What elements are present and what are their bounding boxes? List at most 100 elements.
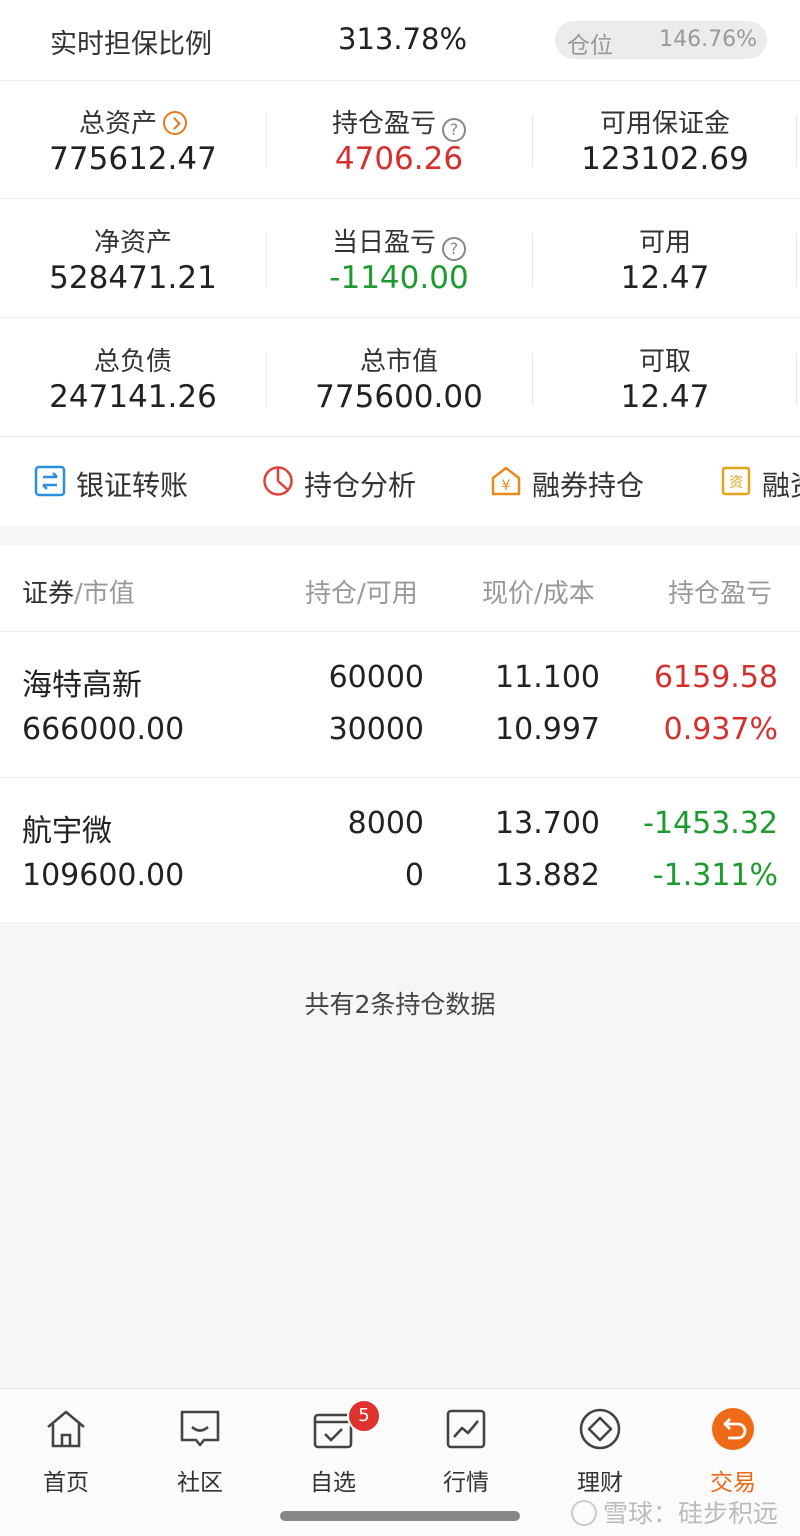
- tab-watchlist[interactable]: 5 自选: [283, 1399, 383, 1507]
- bank-transfer-label: 银证转账: [76, 469, 189, 502]
- total-market-value-value: 775600.00: [315, 379, 483, 415]
- position-value: 146.76%: [659, 27, 757, 52]
- home-icon: [47, 1410, 85, 1448]
- divider: [796, 353, 797, 405]
- tab-wealth-label: 理财: [577, 1470, 623, 1496]
- securities-lending-label: 融券持仓: [532, 469, 645, 502]
- home-indicator[interactable]: [280, 1511, 520, 1521]
- net-assets-label: 净资产: [93, 228, 172, 258]
- tab-home-label: 首页: [43, 1470, 89, 1496]
- svg-text:¥: ¥: [502, 478, 511, 494]
- available-qty: 0: [404, 858, 424, 893]
- header-pnl[interactable]: 持仓盈亏: [668, 573, 780, 610]
- total-market-value-label: 总市值: [359, 347, 438, 377]
- daily-pnl-value: -1140.00: [329, 260, 469, 296]
- tab-community-label: 社区: [177, 1470, 223, 1496]
- divider: [796, 234, 797, 286]
- market-chart-icon: [446, 1409, 486, 1449]
- ratio-label: 实时担保比例: [50, 29, 212, 60]
- available-cell: 可用 12.47: [532, 200, 798, 318]
- header-price[interactable]: 现价/成本: [482, 573, 595, 610]
- quick-actions-bar: 银证转账 持仓分析 ¥ 融券持仓 资 融资: [0, 438, 800, 526]
- position-qty: 60000: [328, 660, 424, 695]
- net-assets-value: 528471.21: [49, 260, 217, 296]
- stock-name: 海特高新: [22, 668, 142, 703]
- position-pnl-label: 持仓盈亏: [331, 109, 436, 139]
- total-liabilities-cell: 总负债 247141.26: [0, 319, 266, 437]
- tab-market[interactable]: 行情: [416, 1407, 516, 1507]
- chat-icon: [180, 1410, 220, 1447]
- total-liabilities-value: 247141.26: [49, 379, 217, 415]
- stock-name: 航宇微: [22, 814, 112, 849]
- daily-pnl-label: 当日盈亏: [331, 228, 436, 258]
- divider: [796, 115, 797, 167]
- total-market-value-cell: 总市值 775600.00: [266, 319, 532, 437]
- snowball-logo-icon: [570, 1500, 597, 1526]
- margin-financing-label: 融资: [762, 469, 800, 500]
- available-qty: 30000: [328, 712, 424, 747]
- total-assets-value: 775612.47: [49, 141, 217, 177]
- summary-row: 总资产 775612.47 持仓盈亏? 4706.26 可用保证金 123102…: [0, 81, 800, 199]
- position-qty: 8000: [347, 806, 424, 841]
- tab-wealth[interactable]: 理财: [550, 1407, 650, 1507]
- margin-ratio-header: 实时担保比例 313.78% 仓位 146.76%: [0, 0, 800, 81]
- securities-lending-position-button[interactable]: ¥ 融券持仓: [490, 464, 690, 502]
- tab-community[interactable]: 社区: [150, 1407, 250, 1507]
- market-value: 666000.00: [22, 712, 185, 747]
- position-label: 仓位: [567, 33, 613, 59]
- header-security[interactable]: 证券/市值: [22, 573, 135, 610]
- available-margin-label: 可用保证金: [599, 109, 730, 139]
- tab-home[interactable]: 首页: [16, 1407, 116, 1507]
- withdrawable-cell: 可取 12.47: [532, 319, 798, 437]
- tab-trade[interactable]: 交易: [683, 1407, 783, 1507]
- market-value: 109600.00: [22, 858, 185, 893]
- bank-transfer-button[interactable]: 银证转账: [34, 464, 234, 502]
- position-analysis-button[interactable]: 持仓分析: [262, 464, 462, 502]
- withdrawable-value: 12.47: [620, 379, 710, 415]
- help-icon[interactable]: ?: [442, 118, 466, 142]
- net-assets-cell: 净资产 528471.21: [0, 200, 266, 318]
- tab-trade-label: 交易: [710, 1470, 756, 1496]
- header-position[interactable]: 持仓/可用: [305, 573, 418, 610]
- pie-chart-icon: [263, 466, 293, 496]
- chevron-right-circle-icon[interactable]: [163, 111, 187, 135]
- summary-row: 净资产 528471.21 当日盈亏? -1140.00 可用 12.47: [0, 200, 800, 318]
- watchlist-badge: 5: [347, 1399, 381, 1433]
- table-row[interactable]: 航宇微 109600.00 8000 0 13.700 13.882 -1453…: [0, 778, 800, 924]
- position-pill[interactable]: 仓位 146.76%: [555, 21, 767, 59]
- available-value: 12.47: [620, 260, 710, 296]
- available-label: 可用: [638, 228, 691, 258]
- holdings-count-note: 共有2条持仓数据: [304, 990, 496, 1019]
- table-header: 证券/市值 持仓/可用 现价/成本 持仓盈亏: [0, 545, 800, 632]
- current-price: 11.100: [495, 660, 600, 695]
- tab-market-label: 行情: [443, 1470, 489, 1496]
- total-assets-label: 总资产: [78, 109, 157, 139]
- tab-watchlist-label: 自选: [310, 1470, 356, 1496]
- daily-pnl-cell: 当日盈亏? -1140.00: [266, 200, 532, 318]
- pnl-percent: 0.937%: [663, 712, 778, 747]
- asset-summary-grid: 总资产 775612.47 持仓盈亏? 4706.26 可用保证金 123102…: [0, 81, 800, 438]
- receipt-icon: 资: [721, 466, 751, 496]
- yen-house-icon: ¥: [491, 466, 521, 496]
- pnl-amount: -1453.32: [643, 806, 778, 841]
- watermark: 雪球：硅步积远: [570, 1494, 778, 1530]
- holdings-table: 证券/市值 持仓/可用 现价/成本 持仓盈亏 海特高新 666000.00 60…: [0, 545, 800, 925]
- ratio-value: 313.78%: [338, 22, 468, 56]
- margin-financing-button[interactable]: 资 融资: [720, 464, 800, 500]
- transfer-icon: [34, 465, 66, 497]
- svg-text:资: 资: [729, 475, 743, 491]
- position-pnl-cell: 持仓盈亏? 4706.26: [266, 81, 532, 199]
- current-price: 13.700: [495, 806, 600, 841]
- position-analysis-label: 持仓分析: [304, 469, 417, 502]
- total-assets-cell[interactable]: 总资产 775612.47: [0, 81, 266, 199]
- cost-price: 13.882: [495, 858, 600, 893]
- available-margin-cell: 可用保证金 123102.69: [532, 81, 798, 199]
- position-pnl-value: 4706.26: [334, 141, 464, 177]
- cost-price: 10.997: [495, 712, 600, 747]
- diamond-icon: [579, 1408, 621, 1450]
- withdrawable-label: 可取: [638, 347, 691, 377]
- available-margin-value: 123102.69: [581, 141, 749, 177]
- help-icon[interactable]: ?: [442, 237, 466, 261]
- trade-icon: [712, 1408, 754, 1450]
- table-row[interactable]: 海特高新 666000.00 60000 30000 11.100 10.997…: [0, 632, 800, 778]
